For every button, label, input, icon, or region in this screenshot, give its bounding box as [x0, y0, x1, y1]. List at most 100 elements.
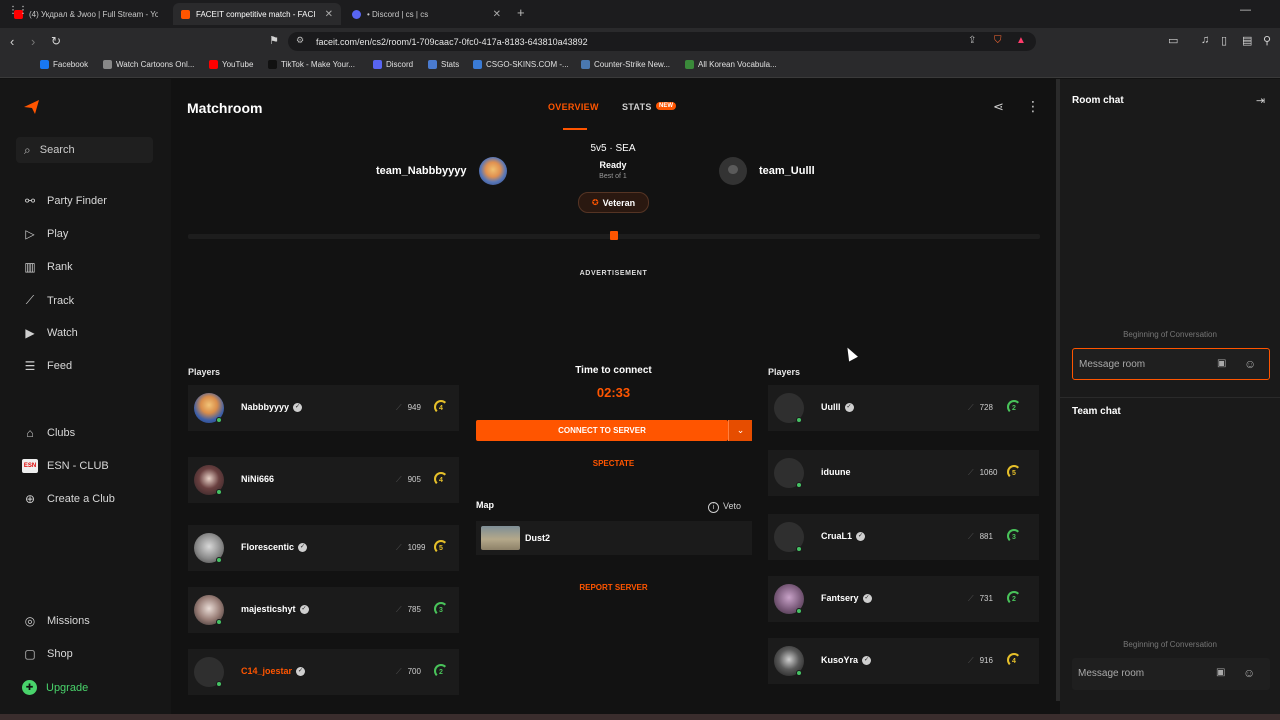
verified-icon: ✓ — [844, 403, 854, 413]
player-row[interactable]: C14_joestar ✓ ⟋ 700 2 — [188, 649, 459, 695]
player-name: NiNi666 — [241, 474, 275, 484]
player-row[interactable]: majesticshyt ✓ ⟋ 785 3 — [188, 587, 459, 633]
match-best-of: Best of 1 — [599, 173, 627, 180]
player-row[interactable]: Fantsery ✓ ⟋ 731 2 — [768, 576, 1039, 622]
forward-icon[interactable]: › — [31, 34, 35, 49]
sidebar-item-esn-club[interactable]: ESN ESN - CLUB — [22, 459, 109, 473]
more-options-icon[interactable]: ⋮ — [1026, 98, 1040, 115]
bookmark-label: Facebook — [53, 60, 89, 69]
brave-rewards-icon[interactable]: ▲ — [1016, 35, 1026, 46]
bookmark-label: YouTube — [222, 60, 254, 69]
active-tab-underline — [563, 128, 587, 130]
team-message-placeholder: Message room — [1078, 668, 1145, 679]
skill-level-badge: 4 — [1007, 653, 1021, 667]
reload-icon[interactable]: ↻ — [51, 34, 61, 48]
tab-stats[interactable]: STATS — [622, 102, 652, 112]
sidebar-item-label: Clubs — [47, 427, 76, 439]
sidebar-item-watch[interactable]: ▶ Watch — [22, 326, 77, 340]
globe-icon — [103, 60, 112, 69]
tab-title: (4) Укдрал & Jwoo | Full Stream - Yo — [29, 9, 158, 19]
player-row[interactable]: Florescentic ✓ ⟋ 1099 5 — [188, 525, 459, 571]
sidebar-item-rank[interactable]: ▥ Rank — [22, 260, 72, 274]
search-placeholder: Search — [39, 144, 75, 156]
connect-timer: 02:33 — [596, 385, 631, 400]
bookmark-item[interactable]: Counter-Strike New... — [581, 60, 670, 69]
player-row[interactable]: iduune ⟋ 1060 5 — [768, 450, 1039, 496]
new-tab-icon[interactable]: + — [517, 5, 525, 20]
player-row[interactable]: Nabbbyyyy ✓ ⟋ 949 4 — [188, 385, 459, 431]
player-row[interactable]: Uulll ✓ ⟋ 728 2 — [768, 385, 1039, 431]
bookmark-item[interactable]: Stats — [428, 60, 459, 69]
player-row[interactable]: CruaL1 ✓ ⟋ 881 3 — [768, 514, 1039, 560]
sidebar-item-track[interactable]: ⟋ Track — [22, 293, 74, 308]
players-heading-left: Players — [188, 367, 221, 377]
player-row[interactable]: KusoYra ✓ ⟋ 916 4 — [768, 638, 1039, 684]
site-info-icon[interactable]: ⚙ — [296, 35, 304, 46]
sidebar-item-create-a-club[interactable]: ⊕ Create a Club — [22, 492, 115, 506]
esn-club-icon: ESN — [22, 459, 38, 473]
bookmark-item[interactable]: Facebook — [40, 60, 88, 69]
bookmark-item[interactable]: Watch Cartoons Onl... — [103, 60, 194, 69]
apps-icon[interactable]: ⋮⋮ — [8, 5, 28, 16]
sidebar-item-clubs[interactable]: ⌂ Clubs — [22, 426, 75, 440]
share-icon[interactable]: ⋖ — [993, 99, 1004, 115]
team2-name: team_Uulll — [759, 165, 815, 177]
online-status-icon — [216, 681, 222, 687]
browser-tab[interactable]: (4) Укдрал & Jwoo | Full Stream - Yo — [6, 3, 166, 25]
search-input[interactable]: ⌕ Search — [16, 137, 153, 163]
chat-panel: Room chat ⇥ Beginning of Conversation Me… — [1060, 79, 1280, 720]
elo-trend-icon: ⟋ — [968, 594, 974, 603]
url-bar[interactable]: ⚙ faceit.com/en/cs2/room/1-709caac7-0fc0… — [288, 32, 1036, 51]
sidebar-item-play[interactable]: ▷ Play — [22, 227, 68, 241]
connect-to-server-button[interactable]: CONNECT TO SERVER — [476, 420, 728, 441]
korean-icon — [685, 60, 694, 69]
browser-tab[interactable]: • Discord | cs | cs ✕ — [344, 3, 509, 25]
chat-divider — [1060, 397, 1280, 398]
sidebar-toggle-icon[interactable]: ▭ — [1168, 34, 1178, 47]
share-page-icon[interactable]: ⇪ — [968, 35, 976, 46]
tab-overview[interactable]: OVERVIEW — [548, 102, 599, 112]
player-row[interactable]: NiNi666 ⟋ 905 4 — [188, 457, 459, 503]
browser-tab-active[interactable]: FACEIT competitive match - FACI ✕ — [173, 3, 341, 25]
spectate-button[interactable]: SPECTATE — [511, 459, 716, 468]
emoji-icon[interactable]: ☺ — [1243, 666, 1255, 680]
bookmark-item[interactable]: Discord — [373, 60, 413, 69]
map-name: Dust2 — [525, 533, 551, 543]
sidebar-item-party-finder[interactable]: ⚯ Party Finder — [22, 194, 107, 208]
sidebar-item-missions[interactable]: ◎ Missions — [22, 614, 90, 628]
emoji-icon[interactable]: ☺ — [1244, 357, 1256, 371]
sidebar-item-feed[interactable]: ☰ Feed — [22, 359, 72, 373]
wallet-icon[interactable]: ▤ — [1242, 34, 1252, 47]
collapse-chat-icon[interactable]: ⇥ — [1256, 94, 1265, 107]
sidebar-item-shop[interactable]: ▢ Shop — [22, 647, 72, 661]
skill-level-badge: 3 — [434, 602, 448, 616]
sidebar-item-upgrade[interactable]: ✚ Upgrade — [22, 680, 88, 695]
sidebar: ⌕ Search ⚯ Party Finder ▷ Play ▥ Rank ⟋ Track ▶ Wa… — [0, 79, 171, 720]
player-elo-value: 881 — [979, 532, 993, 541]
close-tab-icon[interactable]: ✕ — [325, 9, 333, 20]
faceit-logo-icon[interactable] — [22, 99, 40, 115]
bookmark-item[interactable]: CSGO-SKINS.COM -... — [473, 60, 569, 69]
minimize-window-icon[interactable]: — — [1240, 4, 1251, 16]
chevron-down-icon[interactable]: ⌄ — [728, 420, 752, 441]
bookmark-item[interactable]: YouTube — [209, 60, 253, 69]
bookmark-page-icon[interactable]: ⚑ — [269, 34, 279, 47]
close-tab-icon[interactable]: ✕ — [493, 9, 501, 20]
panel-icon[interactable]: ▯ — [1221, 34, 1227, 47]
room-message-input[interactable]: Message room ▣ ☺ — [1072, 348, 1270, 380]
rank-icon: ▥ — [24, 260, 36, 274]
missions-icon: ◎ — [24, 614, 36, 628]
team-message-input[interactable]: Message room ▣ ☺ — [1072, 658, 1270, 690]
bookmark-item[interactable]: All Korean Vocabula... — [685, 60, 777, 69]
bookmark-item[interactable]: TikTok - Make Your... — [268, 60, 355, 69]
brave-shield-icon[interactable]: ⛉ — [994, 35, 1002, 46]
team1-name: team_Nabbbyyyy — [376, 165, 467, 177]
player-avatar — [188, 457, 230, 503]
image-upload-icon[interactable]: ▣ — [1217, 358, 1226, 369]
image-upload-icon[interactable]: ▣ — [1216, 667, 1225, 678]
veto-button[interactable]: i Veto — [708, 501, 741, 513]
menu-icon[interactable]: ⚲ — [1263, 34, 1271, 47]
report-server-button[interactable]: REPORT SERVER — [511, 583, 716, 592]
back-icon[interactable]: ‹ — [10, 34, 14, 49]
music-icon[interactable]: ♫ — [1201, 34, 1209, 46]
